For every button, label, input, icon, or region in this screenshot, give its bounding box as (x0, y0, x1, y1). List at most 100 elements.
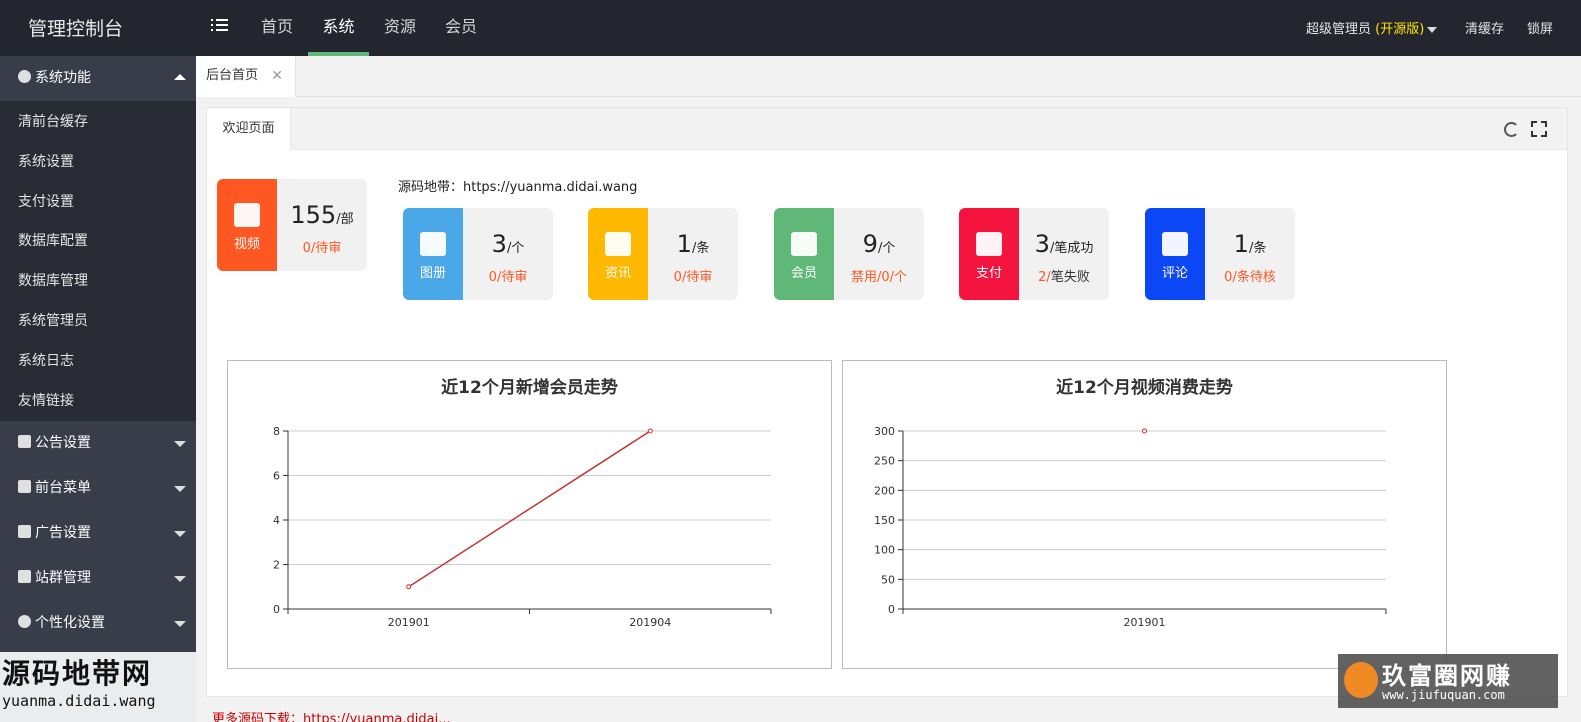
watermark-url: yuanma.didai.wang (2, 692, 156, 710)
y-tick-label: 150 (874, 514, 895, 527)
stat-card-4[interactable]: 支付 3/笔成功 2/笔失败 (959, 208, 1109, 300)
stat-sub-value: 0/待审 (673, 270, 713, 285)
tab-welcome[interactable]: 欢迎页面 (207, 108, 291, 150)
sidebar-group-system[interactable]: 系统功能 (0, 56, 196, 101)
sidebar-item-db-manage[interactable]: 数据库管理 (0, 262, 196, 302)
member-trend-plot: 0 2 4 6 8 201901 201904 (273, 425, 772, 629)
stat-card-3[interactable]: 会员 9/个 禁用/0/个 (774, 208, 924, 300)
watermark-left: 源码地带网 yuanma.didai.wang (0, 652, 196, 722)
chevron-down-icon (174, 486, 186, 493)
sidebar: 系统功能 清前台缓存 系统设置 支付设置 数据库配置 数据库管理 系统管理员 系… (0, 56, 196, 722)
stat-card-sub: 0/待审 (648, 266, 738, 285)
stat-sub-value: 0/待审 (302, 241, 342, 256)
y-tick-label: 100 (874, 544, 895, 557)
stat-card-value: 1/条 (1205, 230, 1295, 258)
stat-card-label: 支付 (975, 266, 1002, 281)
chevron-down-icon (174, 576, 186, 583)
nav-member[interactable]: 会员 (432, 0, 490, 56)
nav-system[interactable]: 系统 (308, 0, 369, 56)
nav-home[interactable]: 首页 (248, 0, 306, 56)
video-consumption-plot: 0 50 100 150 200 250 300 201901 (874, 425, 1387, 629)
stat-card-0[interactable]: 视频 155/部 0/待审 (217, 179, 367, 271)
stat-sub-value: 0/待审 (488, 270, 528, 285)
sidebar-group-frontend-menu[interactable]: 前台菜单 (0, 466, 196, 512)
stat-number: 9 (862, 230, 878, 258)
sidebar-group-label: 广告设置 (35, 525, 91, 542)
sidebar-group-label: 前台菜单 (35, 480, 91, 497)
nav-resource[interactable]: 资源 (371, 0, 429, 56)
sidebar-item-db-config[interactable]: 数据库配置 (0, 222, 196, 262)
data-point (647, 428, 653, 434)
chevron-up-icon (174, 74, 186, 80)
sidebar-item-system-settings[interactable]: 系统设置 (0, 143, 196, 183)
lock-screen-button[interactable]: 锁屏 (1527, 18, 1553, 37)
clear-cache-button[interactable]: 清缓存 (1465, 18, 1504, 37)
stat-card-1[interactable]: 图册 3/个 0/待审 (403, 208, 553, 300)
sidebar-group-label: 系统功能 (35, 70, 91, 86)
menu-toggle-icon[interactable] (211, 16, 232, 36)
stat-card-label: 视频 (233, 237, 260, 252)
tab-label: 后台首页 (206, 68, 259, 83)
y-tick-label: 2 (273, 559, 280, 572)
chevron-down-icon (174, 531, 186, 538)
stat-card-sub: 0/待审 (277, 237, 367, 256)
tab-dashboard[interactable]: 后台首页 ✕ (196, 56, 296, 97)
stat-card-label: 资讯 (604, 266, 631, 281)
user-name: 超级管理员 (1306, 22, 1372, 37)
users-icon (791, 232, 817, 256)
coin-logo-icon (1344, 662, 1378, 698)
user-icon (976, 232, 1002, 256)
y-tick-label: 8 (273, 425, 280, 438)
stat-unit: /个 (506, 241, 525, 256)
sidebar-group-label: 个性化设置 (35, 615, 105, 632)
stat-card-icon-area: 支付 (959, 208, 1019, 300)
picture-icon (420, 232, 446, 256)
y-tick-label: 200 (874, 484, 895, 497)
refresh-icon[interactable] (1504, 122, 1519, 137)
close-icon[interactable]: ✕ (271, 56, 283, 96)
film-icon (234, 203, 260, 227)
sidebar-item-admins[interactable]: 系统管理员 (0, 302, 196, 342)
stat-sub-value: 2/ (1038, 270, 1051, 285)
stat-card-label: 评论 (1161, 266, 1188, 281)
stat-sub-value: 禁用/0/个 (850, 270, 908, 285)
x-tick-label: 201901 (1124, 616, 1166, 629)
stat-card-value: 155/部 (277, 201, 367, 229)
stat-card-sub: 禁用/0/个 (834, 266, 924, 285)
stat-unit: /条 (691, 241, 710, 256)
document-icon (605, 232, 631, 256)
video-consumption-chart: 近12个月视频消费走势 0 50 100 150 200 250 300 201901 (842, 360, 1447, 669)
series-line (408, 430, 651, 588)
dashboard-icon (18, 615, 31, 629)
sidebar-item-logs[interactable]: 系统日志 (0, 342, 196, 382)
stat-number: 1 (676, 230, 692, 258)
tab-bar: 后台首页 ✕ (196, 56, 1581, 97)
sidebar-item-clear-cache[interactable]: 清前台缓存 (0, 103, 196, 143)
x-tick-label: 201904 (629, 616, 671, 629)
member-trend-chart: 近12个月新增会员走势 0 2 4 6 8 201901 201904 (227, 360, 832, 669)
sidebar-group-sites[interactable]: 站群管理 (0, 556, 196, 602)
sidebar-group-notice[interactable]: 公告设置 (0, 421, 196, 467)
sidebar-item-links[interactable]: 友情链接 (0, 382, 196, 422)
top-header: 管理控制台 首页 系统 资源 会员 超级管理员 (开源版) 清缓存 锁屏 (0, 0, 1581, 56)
user-icon (1162, 232, 1188, 256)
user-menu[interactable]: 超级管理员 (开源版) (1306, 18, 1438, 37)
stat-card-5[interactable]: 评论 1/条 0/条待核 (1145, 208, 1295, 300)
stat-card-value: 9/个 (834, 230, 924, 258)
stat-card-sub: 0/条待核 (1205, 266, 1295, 285)
sidebar-group-personalize[interactable]: 个性化设置 (0, 601, 196, 647)
chevron-down-icon (1427, 26, 1438, 33)
watermark-title: 源码地带网 (2, 657, 153, 690)
x-tick-label: 201901 (388, 616, 430, 629)
sidebar-item-payment-settings[interactable]: 支付设置 (0, 183, 196, 223)
sidebar-group-ads[interactable]: 广告设置 (0, 511, 196, 557)
stat-card-2[interactable]: 资讯 1/条 0/待审 (588, 208, 738, 300)
fullscreen-icon[interactable] (1531, 121, 1547, 137)
list-icon (18, 480, 31, 494)
image-icon (18, 525, 31, 539)
y-tick-label: 0 (888, 603, 895, 616)
y-tick-label: 0 (273, 603, 280, 616)
stat-card-value: 3/笔成功 (1019, 230, 1109, 258)
app-logo[interactable]: 管理控制台 (28, 14, 123, 41)
stat-unit: /个 (877, 241, 896, 256)
